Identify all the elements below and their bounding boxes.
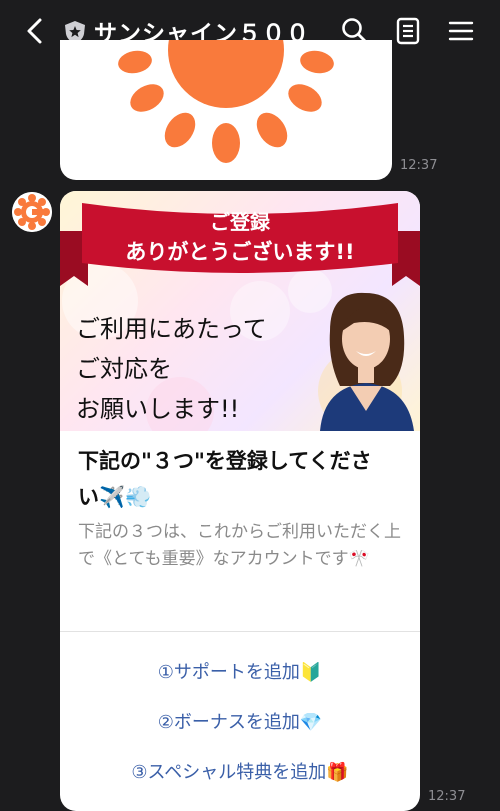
banner-text: ご利用にあたって ご対応を お願いします!! bbox=[76, 309, 267, 429]
message-title: 下記の"３つ"を登録してくださ い✈️💨 bbox=[78, 443, 404, 515]
ribbon-line-1: ご登録 bbox=[210, 210, 270, 234]
timestamp: 12:37 bbox=[428, 789, 466, 804]
message-description: 下記の３つは、これからご利用いただく上で《とても重要》なアカウントです🎌 bbox=[78, 522, 401, 569]
image-message[interactable] bbox=[60, 40, 392, 180]
add-bonus-button[interactable]: ②ボーナスを追加💎 bbox=[60, 708, 420, 734]
menu-icon[interactable] bbox=[446, 16, 476, 46]
ribbon-line-2: ありがとうございます!! bbox=[125, 240, 355, 264]
divider bbox=[60, 631, 420, 632]
sun-logo-icon bbox=[12, 192, 52, 232]
sun-logo-image bbox=[118, 40, 334, 163]
add-special-bonus-button[interactable]: ③スペシャル特典を追加🎁 bbox=[60, 758, 420, 784]
message-title-line-2: い✈️💨 bbox=[78, 485, 152, 509]
avatar[interactable] bbox=[12, 192, 52, 232]
chevron-left-icon[interactable] bbox=[22, 16, 50, 46]
banner-line-1: ご利用にあたって bbox=[76, 315, 267, 343]
timestamp: 12:37 bbox=[400, 158, 438, 173]
add-support-button[interactable]: ①サポートを追加🔰 bbox=[60, 658, 420, 684]
notes-icon[interactable] bbox=[393, 16, 423, 46]
banner-line-2: ご対応を bbox=[76, 355, 172, 383]
woman-photo bbox=[320, 292, 414, 431]
banner-line-3: お願いします!! bbox=[76, 395, 240, 423]
message-title-line-1: 下記の"３つ"を登録してくださ bbox=[78, 449, 372, 473]
banner-image[interactable]: ご登録 ありがとうございます!! ご利用にあたって ご対応を お願いします!! bbox=[60, 191, 420, 431]
flex-message-card: ご登録 ありがとうございます!! ご利用にあたって ご対応を お願いします!! … bbox=[60, 191, 420, 811]
